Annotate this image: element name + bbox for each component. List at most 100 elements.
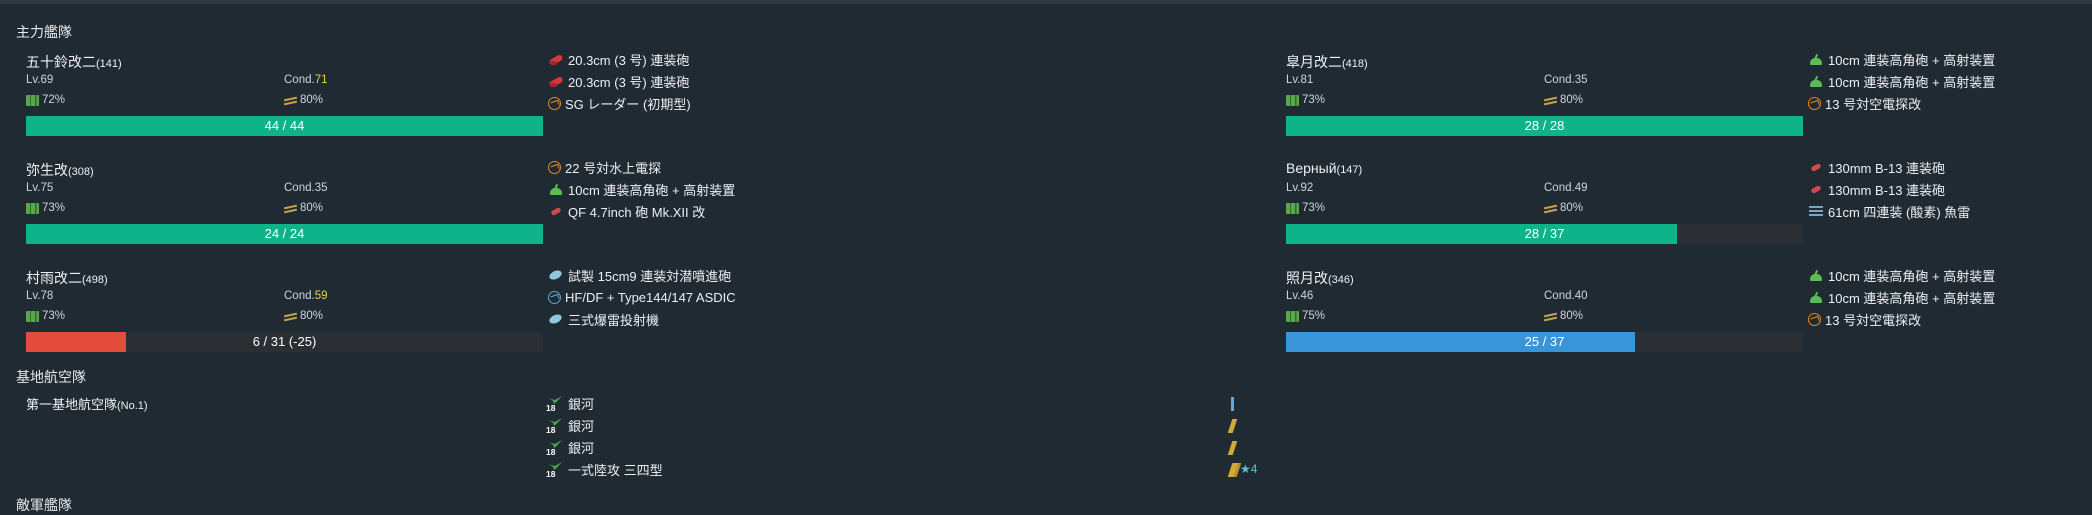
ship-id: (418)	[1342, 58, 1368, 70]
equipment-slot[interactable]: 20.3cm (3 号) 連装砲	[548, 72, 689, 90]
section-main-fleet-title: 主力艦隊	[16, 24, 72, 40]
equipment-slot[interactable]: 三式爆雷投射機	[548, 310, 659, 328]
air-base-name[interactable]: 第一基地航空隊(No.1)	[26, 394, 148, 413]
fuel-icon	[26, 202, 39, 214]
equipment-slot[interactable]: 13 号対空電探改	[1808, 310, 1921, 328]
hp-bar: 24 / 24	[26, 224, 543, 244]
equipment-slot[interactable]: 61cm 四連装 (酸素) 魚雷	[1808, 202, 1970, 220]
ship-id: (141)	[96, 58, 122, 70]
hp-text: 28 / 37	[1524, 226, 1565, 241]
equipment-slot[interactable]: 20.3cm (3 号) 連装砲	[548, 50, 689, 68]
air-squadron-slot[interactable]: 18 銀河	[546, 394, 595, 414]
ship-name-text: 照月改	[1286, 270, 1328, 286]
equipment-name: QF 4.7inch 砲 Mk.XII 改	[568, 204, 706, 220]
dc-icon	[548, 268, 564, 282]
equipment-name: 61cm 四連装 (酸素) 魚雷	[1828, 204, 1971, 220]
ammo-icon	[1544, 96, 1557, 105]
ship-name[interactable]: Верный(147)	[1286, 160, 1362, 176]
plane-count: 18	[546, 447, 556, 457]
gun-green-icon	[548, 182, 564, 196]
equipment-slot[interactable]: 試製 15cm9 連装対潜噴進砲	[548, 266, 731, 284]
equipment-slot[interactable]: 130mm B-13 連装砲	[1808, 158, 1945, 176]
equipment-name: 130mm B-13 連装砲	[1828, 160, 1946, 176]
ammo-stat: 80%	[1544, 202, 1583, 214]
fuel-icon	[1286, 310, 1299, 322]
equipment-name: 13 号対空電探改	[1825, 312, 1922, 328]
equipment-slot[interactable]: 10cm 連装高角砲 + 高射装置	[548, 180, 735, 198]
fuel-value: 72%	[42, 94, 66, 106]
condition-label: Cond.	[1544, 182, 1575, 194]
fuel-value: 73%	[1302, 202, 1326, 214]
air-squadron-slot[interactable]: 18 銀河	[546, 416, 594, 436]
condition-value: 40	[1574, 290, 1588, 302]
ship-name-text: 村雨改二	[26, 270, 82, 286]
air-base-number: (No.1)	[117, 400, 148, 412]
ship-id: (147)	[1336, 164, 1363, 176]
ammo-value: 80%	[300, 310, 324, 322]
equipment-slot[interactable]: 10cm 連装高角砲 + 高射装置	[1808, 288, 1995, 306]
ship-condition: Cond.49	[1544, 182, 1587, 194]
equipment-slot[interactable]: 13 号対空電探改	[1808, 94, 1921, 112]
ship-name[interactable]: 弥生改(308)	[26, 160, 94, 180]
ship-condition: Cond.71	[284, 74, 327, 86]
hp-text: 24 / 24	[264, 226, 305, 241]
hp-bar: 44 / 44	[26, 116, 543, 136]
ammo-stat: 80%	[1544, 94, 1583, 106]
ship-id: (308)	[68, 166, 94, 178]
proficiency-icon	[1227, 440, 1242, 456]
equipment-slot[interactable]: 22 号対水上電探	[548, 158, 661, 176]
ship-name[interactable]: 照月改(346)	[1286, 268, 1354, 288]
land-bomber-icon: 18	[546, 417, 564, 435]
plane-name: 銀河	[568, 396, 595, 412]
ship-level: Lv.46	[1286, 290, 1314, 302]
equipment-name: 20.3cm (3 号) 連装砲	[568, 74, 690, 90]
equipment-slot[interactable]: HF/DF + Type144/147 ASDIC	[548, 288, 736, 306]
section-enemy-fleet-title: 敵軍艦隊	[16, 497, 72, 513]
proficiency-mark	[1227, 441, 1238, 455]
equipment-name: 10cm 連装高角砲 + 高射装置	[1828, 268, 1996, 284]
equipment-slot[interactable]: 10cm 連装高角砲 + 高射装置	[1808, 72, 1995, 90]
air-squadron-slot[interactable]: 18 銀河	[546, 438, 595, 458]
equipment-name: SG レーダー (初期型)	[565, 96, 691, 112]
ammo-icon	[284, 96, 297, 105]
air-squadron-slot[interactable]: 18 一式陸攻 三四型	[546, 460, 663, 480]
ammo-icon	[284, 312, 297, 321]
equipment-name: 試製 15cm9 連装対潜噴進砲	[568, 268, 732, 284]
ammo-stat: 80%	[1544, 310, 1583, 322]
equipment-name: 三式爆雷投射機	[568, 312, 660, 328]
condition-label: Cond.	[284, 74, 315, 86]
fuel-value: 73%	[42, 202, 66, 214]
fuel-icon	[1286, 94, 1299, 106]
radar-icon	[1808, 96, 1821, 110]
ship-name[interactable]: 皐月改二(418)	[1286, 52, 1368, 72]
land-bomber-icon: 18	[546, 395, 564, 413]
fuel-icon	[26, 310, 39, 322]
fuel-stat: 73%	[1286, 94, 1325, 106]
ship-name[interactable]: 五十鈴改二(141)	[26, 52, 122, 72]
top-divider	[0, 0, 2092, 4]
proficiency-mark	[1231, 397, 1234, 411]
ship-id: (498)	[82, 274, 108, 286]
ship-name-text: 皐月改二	[1286, 54, 1342, 70]
equipment-slot[interactable]: 130mm B-13 連装砲	[1808, 180, 1945, 198]
sonar-icon	[548, 290, 561, 304]
plane-count: 18	[546, 469, 556, 479]
equipment-slot[interactable]: 10cm 連装高角砲 + 高射装置	[1808, 266, 1995, 284]
equipment-slot[interactable]: QF 4.7inch 砲 Mk.XII 改	[548, 202, 705, 220]
gun-green-icon	[1808, 52, 1824, 66]
ammo-icon	[1544, 312, 1557, 321]
radar-icon	[1808, 312, 1821, 326]
condition-label: Cond.	[284, 182, 315, 194]
air-base-name-text: 第一基地航空隊	[26, 397, 118, 412]
plane-name: 銀河	[568, 440, 595, 456]
ammo-value: 80%	[1560, 310, 1584, 322]
equipment-slot[interactable]: SG レーダー (初期型)	[548, 94, 691, 112]
gun-green-icon	[1808, 74, 1824, 88]
ship-name[interactable]: 村雨改二(498)	[26, 268, 108, 288]
fuel-value: 73%	[42, 310, 66, 322]
fuel-value: 73%	[1302, 94, 1326, 106]
equipment-slot[interactable]: 10cm 連装高角砲 + 高射装置	[1808, 50, 1995, 68]
ship-level: Lv.78	[26, 290, 54, 302]
equipment-name: 130mm B-13 連装砲	[1828, 182, 1946, 198]
proficiency-mark	[1227, 419, 1238, 433]
